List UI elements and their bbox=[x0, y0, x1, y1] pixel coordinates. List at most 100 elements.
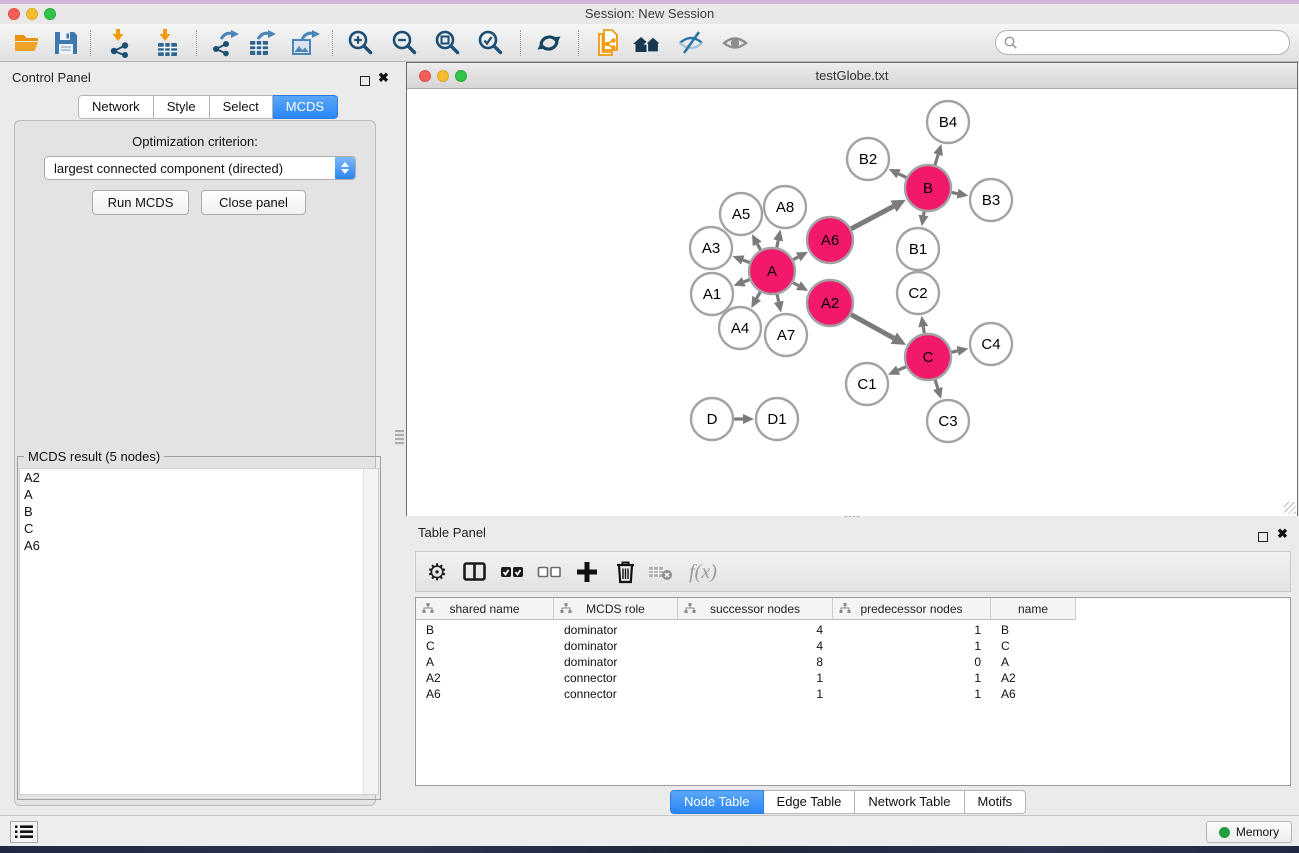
result-list-scrollbar[interactable] bbox=[363, 469, 378, 794]
open-session-icon[interactable] bbox=[10, 27, 44, 59]
graph-edge-A-A3[interactable] bbox=[733, 255, 750, 264]
graph-node-A[interactable]: A bbox=[749, 248, 795, 294]
table-tab-motifs[interactable]: Motifs bbox=[965, 790, 1027, 814]
zoom-selected-icon[interactable] bbox=[474, 27, 508, 59]
network-zoom-button[interactable] bbox=[455, 70, 467, 82]
tab-style[interactable]: Style bbox=[154, 95, 210, 119]
graph-edge-A6-B[interactable] bbox=[851, 200, 906, 229]
deselect-all-rows-icon[interactable] bbox=[534, 557, 564, 587]
home-view-icon[interactable] bbox=[630, 27, 664, 59]
graph-edge-C-C1[interactable] bbox=[888, 366, 906, 375]
add-column-icon[interactable] bbox=[572, 557, 602, 587]
criterion-dropdown[interactable]: largest connected component (directed) bbox=[44, 156, 356, 180]
graph-node-B1[interactable]: B1 bbox=[897, 228, 939, 270]
graph-edge-C-C4[interactable] bbox=[952, 346, 969, 356]
graph-node-B4[interactable]: B4 bbox=[927, 101, 969, 143]
graph-edge-A-A1[interactable] bbox=[733, 277, 749, 286]
graph-node-A3[interactable]: A3 bbox=[690, 227, 732, 269]
graph-node-D1[interactable]: D1 bbox=[756, 398, 798, 440]
memory-button[interactable]: Memory bbox=[1206, 821, 1292, 843]
show-hide-details-icon[interactable] bbox=[718, 27, 752, 59]
export-network-icon[interactable] bbox=[208, 27, 242, 59]
column-header-successor-nodes[interactable]: successor nodes bbox=[678, 598, 833, 620]
zoom-window-button[interactable] bbox=[44, 8, 56, 20]
graph-node-A8[interactable]: A8 bbox=[764, 186, 806, 228]
result-node-a6[interactable]: A6 bbox=[20, 537, 378, 554]
table-row[interactable]: Cdominator41C bbox=[416, 638, 1076, 654]
export-image-icon[interactable] bbox=[288, 27, 322, 59]
graph-node-B3[interactable]: B3 bbox=[970, 179, 1012, 221]
network-minimize-button[interactable] bbox=[437, 70, 449, 82]
table-tab-network-table[interactable]: Network Table bbox=[855, 790, 964, 814]
mcds-result-list[interactable]: A2ABCA6 bbox=[19, 468, 379, 795]
table-panel-close-icon[interactable]: ✖ bbox=[1277, 525, 1288, 543]
network-close-button[interactable] bbox=[419, 70, 431, 82]
table-row[interactable]: Adominator80A bbox=[416, 654, 1076, 670]
graph-edge-C-C3[interactable] bbox=[933, 380, 943, 399]
graph-node-A7[interactable]: A7 bbox=[765, 314, 807, 356]
graph-edge-A-A7[interactable] bbox=[774, 294, 784, 312]
window-resize-handle[interactable] bbox=[1284, 502, 1296, 514]
minimize-window-button[interactable] bbox=[26, 8, 38, 20]
column-header-MCDS-role[interactable]: MCDS role bbox=[554, 598, 678, 620]
graph-node-C3[interactable]: C3 bbox=[927, 400, 969, 442]
search-input[interactable] bbox=[1023, 35, 1289, 50]
graph-node-C1[interactable]: C1 bbox=[846, 363, 888, 405]
graph-edge-B-B3[interactable] bbox=[952, 189, 969, 199]
control-panel-float-icon[interactable] bbox=[360, 73, 370, 91]
network-window-titlebar[interactable]: testGlobe.txt bbox=[407, 63, 1297, 89]
result-node-a[interactable]: A bbox=[20, 486, 378, 503]
graph-node-A6[interactable]: A6 bbox=[807, 217, 853, 263]
graph-node-C4[interactable]: C4 bbox=[970, 323, 1012, 365]
close-panel-button[interactable]: Close panel bbox=[201, 190, 306, 215]
graph-edge-B-B2[interactable] bbox=[889, 169, 907, 178]
result-node-c[interactable]: C bbox=[20, 520, 378, 537]
zoom-out-icon[interactable] bbox=[388, 27, 422, 59]
graph-edge-A-A5[interactable] bbox=[752, 234, 762, 250]
graph-node-C2[interactable]: C2 bbox=[897, 272, 939, 314]
save-session-icon[interactable] bbox=[49, 27, 83, 59]
graph-edge-C-C2[interactable] bbox=[918, 316, 928, 334]
tab-mcds[interactable]: MCDS bbox=[273, 95, 338, 119]
column-header-predecessor-nodes[interactable]: predecessor nodes bbox=[833, 598, 991, 620]
tab-network[interactable]: Network bbox=[78, 95, 154, 119]
task-history-button[interactable] bbox=[10, 821, 38, 843]
table-options-gear-icon[interactable]: ⚙ bbox=[422, 557, 452, 587]
table-panel-float-icon[interactable] bbox=[1258, 529, 1268, 547]
vertical-splitter-grip[interactable] bbox=[395, 430, 404, 446]
graph-node-B2[interactable]: B2 bbox=[847, 138, 889, 180]
show-column-icon[interactable] bbox=[459, 557, 489, 587]
table-row[interactable]: A6connector11A6 bbox=[416, 686, 1076, 702]
hide-graphics-details-icon[interactable] bbox=[674, 27, 708, 59]
result-node-b[interactable]: B bbox=[20, 503, 378, 520]
zoom-fit-icon[interactable] bbox=[431, 27, 465, 59]
refresh-icon[interactable] bbox=[532, 27, 566, 59]
import-table-icon[interactable] bbox=[150, 27, 184, 59]
table-tab-edge-table[interactable]: Edge Table bbox=[764, 790, 856, 814]
graph-node-A1[interactable]: A1 bbox=[691, 273, 733, 315]
new-network-from-selection-icon[interactable] bbox=[592, 27, 626, 59]
control-panel-close-icon[interactable]: ✖ bbox=[378, 69, 389, 87]
graph-edge-A-A6[interactable] bbox=[793, 252, 808, 262]
graph-edge-A2-C[interactable] bbox=[851, 315, 906, 345]
table-row[interactable]: Bdominator41B bbox=[416, 622, 1076, 638]
function-builder-icon[interactable]: f(x) bbox=[683, 557, 723, 587]
column-header-name[interactable]: name bbox=[991, 598, 1076, 620]
result-node-a2[interactable]: A2 bbox=[20, 469, 378, 486]
graph-edge-B-B1[interactable] bbox=[919, 212, 929, 227]
close-window-button[interactable] bbox=[8, 8, 20, 20]
graph-node-D[interactable]: D bbox=[691, 398, 733, 440]
import-network-icon[interactable] bbox=[103, 27, 137, 59]
delete-column-icon[interactable] bbox=[610, 557, 640, 587]
graph-edge-A-A4[interactable] bbox=[751, 292, 761, 308]
graph-edge-D-D1[interactable] bbox=[734, 414, 754, 424]
search-field[interactable] bbox=[995, 30, 1290, 55]
graph-node-A4[interactable]: A4 bbox=[719, 307, 761, 349]
run-mcds-button[interactable]: Run MCDS bbox=[92, 190, 189, 215]
column-header-shared-name[interactable]: shared name bbox=[416, 598, 554, 620]
graph-edge-A-A2[interactable] bbox=[793, 281, 808, 291]
network-graph[interactable]: AA1A2A3A4A5A6A7A8BB1B2B3B4CC1C2C3C4DD1 bbox=[407, 90, 1297, 516]
table-tab-node-table[interactable]: Node Table bbox=[670, 790, 764, 814]
zoom-in-icon[interactable] bbox=[344, 27, 378, 59]
graph-node-A2[interactable]: A2 bbox=[807, 280, 853, 326]
